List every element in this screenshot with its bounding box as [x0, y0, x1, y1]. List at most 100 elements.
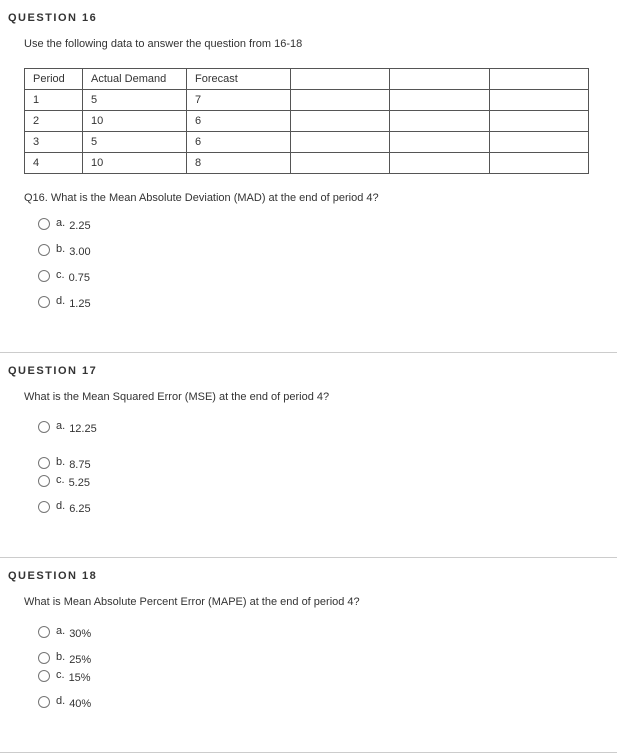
question-18: QUESTION 18 What is Mean Absolute Percen… [0, 558, 617, 753]
radio-18-a[interactable] [38, 626, 50, 638]
option-key: b. [56, 243, 65, 255]
table-row: 1 5 7 [25, 90, 589, 111]
table-cell-empty [489, 90, 588, 111]
radio-16-c[interactable] [38, 270, 50, 282]
table-cell-empty [291, 90, 390, 111]
option-17-b[interactable]: b. 8.75 [38, 457, 607, 469]
option-16-d[interactable]: d. 1.25 [38, 296, 607, 308]
table-row: 2 10 6 [25, 111, 589, 132]
table-cell: 5 [83, 90, 187, 111]
question-18-body: What is Mean Absolute Percent Error (MAP… [0, 596, 617, 708]
table-cell: 7 [187, 90, 291, 111]
table-cell-empty [291, 153, 390, 174]
option-value: 1.25 [69, 298, 90, 310]
table-cell: 2 [25, 111, 83, 132]
option-value: 25% [69, 654, 91, 666]
option-value: 0.75 [69, 272, 90, 284]
radio-17-a[interactable] [38, 421, 50, 433]
question-17-body: What is the Mean Squared Error (MSE) at … [0, 391, 617, 513]
radio-17-c[interactable] [38, 475, 50, 487]
option-value: 2.25 [69, 220, 90, 232]
radio-16-a[interactable] [38, 218, 50, 230]
option-key: d. [56, 500, 65, 512]
question-17-subquestion: What is the Mean Squared Error (MSE) at … [24, 391, 607, 403]
table-cell: 3 [25, 132, 83, 153]
table-cell: 10 [83, 153, 187, 174]
table-header-period: Period [25, 69, 83, 90]
table-cell-empty [390, 111, 489, 132]
option-value: 8.75 [69, 459, 90, 471]
option-18-b[interactable]: b. 25% [38, 652, 607, 664]
table-row: 4 10 8 [25, 153, 589, 174]
option-key: a. [56, 420, 65, 432]
option-key: c. [56, 269, 65, 281]
radio-18-b[interactable] [38, 652, 50, 664]
option-value: 12.25 [69, 423, 97, 435]
option-value: 6.25 [69, 503, 90, 515]
table-cell-empty [489, 153, 588, 174]
option-16-c[interactable]: c. 0.75 [38, 270, 607, 282]
table-cell-empty [390, 153, 489, 174]
option-value: 40% [69, 698, 91, 710]
table-header-empty [489, 69, 588, 90]
radio-16-d[interactable] [38, 296, 50, 308]
option-key: c. [56, 669, 65, 681]
question-16-title: QUESTION 16 [0, 12, 617, 24]
question-18-options: a. 30% b. 25% c. 15% d. 40% [24, 626, 607, 708]
table-cell-empty [489, 111, 588, 132]
table-header-actual: Actual Demand [83, 69, 187, 90]
table-header-forecast: Forecast [187, 69, 291, 90]
data-table: Period Actual Demand Forecast 1 5 7 2 10… [24, 68, 589, 174]
table-cell-empty [390, 132, 489, 153]
table-cell-empty [390, 90, 489, 111]
option-18-d[interactable]: d. 40% [38, 696, 607, 708]
option-16-a[interactable]: a. 2.25 [38, 218, 607, 230]
question-17-title: QUESTION 17 [0, 365, 617, 377]
table-cell: 4 [25, 153, 83, 174]
question-18-title: QUESTION 18 [0, 570, 617, 582]
option-key: d. [56, 695, 65, 707]
table-header-empty [390, 69, 489, 90]
radio-17-d[interactable] [38, 501, 50, 513]
option-key: d. [56, 295, 65, 307]
table-row: 3 5 6 [25, 132, 589, 153]
table-cell-empty [489, 132, 588, 153]
option-key: a. [56, 217, 65, 229]
radio-16-b[interactable] [38, 244, 50, 256]
option-18-c[interactable]: c. 15% [38, 670, 607, 682]
option-value: 30% [69, 628, 91, 640]
table-cell: 5 [83, 132, 187, 153]
radio-18-c[interactable] [38, 670, 50, 682]
option-value: 15% [69, 672, 91, 684]
option-17-c[interactable]: c. 5.25 [38, 475, 607, 487]
table-cell: 8 [187, 153, 291, 174]
question-18-subquestion: What is Mean Absolute Percent Error (MAP… [24, 596, 607, 608]
question-16-options: a. 2.25 b. 3.00 c. 0.75 d. 1.25 [24, 218, 607, 308]
table-cell: 1 [25, 90, 83, 111]
question-17-options: a. 12.25 b. 8.75 c. 5.25 d. 6.25 [24, 421, 607, 513]
table-cell-empty [291, 111, 390, 132]
table-header-empty [291, 69, 390, 90]
option-18-a[interactable]: a. 30% [38, 626, 607, 638]
question-16: QUESTION 16 Use the following data to an… [0, 0, 617, 353]
table-cell: 10 [83, 111, 187, 132]
question-16-subquestion: Q16. What is the Mean Absolute Deviation… [24, 192, 607, 204]
question-16-body: Use the following data to answer the que… [0, 38, 617, 308]
option-key: a. [56, 625, 65, 637]
question-16-instruction: Use the following data to answer the que… [24, 38, 607, 50]
option-value: 3.00 [69, 246, 90, 258]
option-17-a[interactable]: a. 12.25 [38, 421, 607, 433]
table-cell: 6 [187, 132, 291, 153]
question-17: QUESTION 17 What is the Mean Squared Err… [0, 353, 617, 558]
option-key: c. [56, 474, 65, 486]
table-cell-empty [291, 132, 390, 153]
option-17-d[interactable]: d. 6.25 [38, 501, 607, 513]
table-header-row: Period Actual Demand Forecast [25, 69, 589, 90]
table-cell: 6 [187, 111, 291, 132]
option-key: b. [56, 456, 65, 468]
option-16-b[interactable]: b. 3.00 [38, 244, 607, 256]
option-key: b. [56, 651, 65, 663]
option-value: 5.25 [69, 477, 90, 489]
radio-18-d[interactable] [38, 696, 50, 708]
radio-17-b[interactable] [38, 457, 50, 469]
